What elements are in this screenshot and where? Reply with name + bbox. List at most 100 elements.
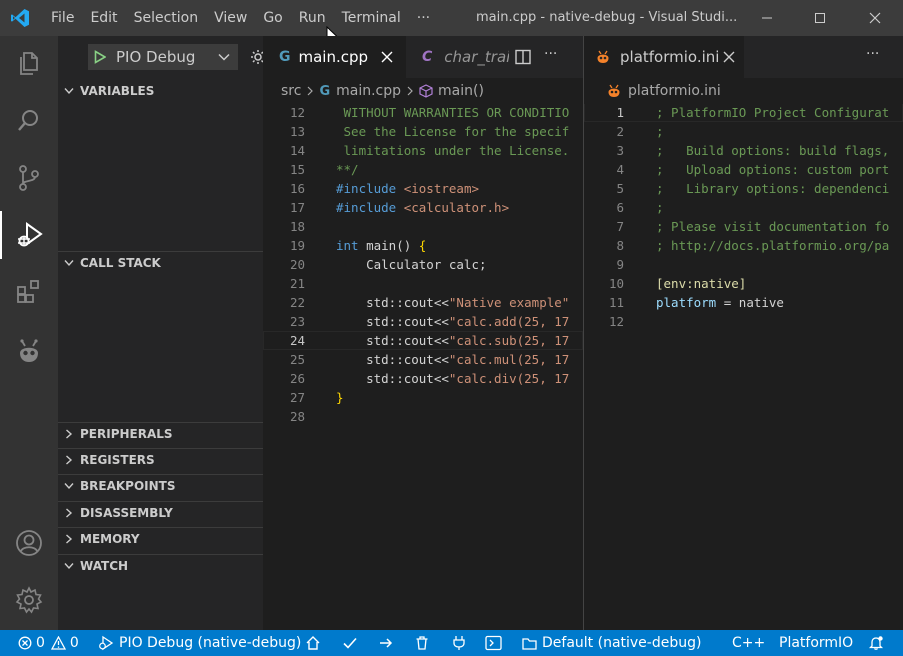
breadcrumb-file[interactable]: platformio.ini <box>628 83 721 99</box>
manage-gear-icon[interactable] <box>0 576 58 624</box>
pio-build-button[interactable] <box>342 630 358 656</box>
code-line[interactable]: 23 std::cout<<"calc.add(25, 17 <box>263 312 583 331</box>
code-line[interactable]: 13 See the License for the specif <box>263 122 583 141</box>
search-icon[interactable] <box>0 97 58 145</box>
tab-char-traits[interactable]: C char_trai <box>406 36 509 78</box>
section-peripherals[interactable]: PERIPHERALS <box>58 422 263 444</box>
chevron-down-icon <box>218 53 230 61</box>
section-breakpoints[interactable]: BREAKPOINTS <box>58 474 263 496</box>
breadcrumb-symbol[interactable]: main() <box>438 83 484 99</box>
code-line[interactable]: 14 limitations under the License. <box>263 141 583 160</box>
menu-item-view[interactable]: View <box>206 0 255 36</box>
code-line[interactable]: 5 ; Library options: dependenci <box>584 179 903 198</box>
code-token: <calculator.h> <box>403 200 510 215</box>
menu-item-file[interactable]: File <box>43 0 82 36</box>
code-token: std::cout<< <box>336 371 449 386</box>
code-token: "calc.mul(25, 17 <box>448 352 570 367</box>
code-token: "Native example" <box>448 295 570 310</box>
menu-item-edit[interactable]: Edit <box>82 0 125 36</box>
code-line[interactable]: 26 std::cout<<"calc.div(25, 17 <box>263 369 583 388</box>
tab-main-cpp[interactable]: G main.cpp <box>263 36 406 78</box>
code-line[interactable]: 22 std::cout<<"Native example" <box>263 293 583 312</box>
pio-upload-button[interactable] <box>378 630 394 656</box>
code-line[interactable]: 3 ; Build options: build flags, <box>584 141 903 160</box>
menu-item-selection[interactable]: Selection <box>126 0 207 36</box>
code-line[interactable]: 4 ; Upload options: custom port <box>584 160 903 179</box>
split-editor-icon[interactable] <box>515 49 531 65</box>
platformio-icon[interactable] <box>0 327 58 375</box>
section-call-stack[interactable]: CALL STACK <box>58 251 263 273</box>
line-number: 23 <box>289 314 305 329</box>
code-line[interactable]: 21 <box>263 274 583 293</box>
explorer-icon[interactable] <box>0 40 58 88</box>
menu-item-terminal[interactable]: Terminal <box>334 0 409 36</box>
cpp-file-icon: G <box>319 83 331 99</box>
code-line[interactable]: 1 ; PlatformIO Project Configurat <box>584 104 903 122</box>
pio-clean-button[interactable] <box>414 630 430 656</box>
section-disassembly[interactable]: DISASSEMBLY <box>58 501 263 523</box>
tab-platformio-ini[interactable]: platformio.ini <box>584 36 744 78</box>
section-registers[interactable]: REGISTERS <box>58 448 263 470</box>
section-memory[interactable]: MEMORY <box>58 527 263 549</box>
pio-serial-monitor-button[interactable] <box>451 630 467 656</box>
breadcrumb-folder[interactable]: src <box>281 83 301 99</box>
code-token: **/ <box>336 162 359 177</box>
code-token: ; <box>656 200 664 215</box>
more-actions-icon[interactable]: ··· <box>544 46 557 62</box>
pio-environment-switcher[interactable]: Default (native-debug) <box>522 630 701 656</box>
code-line[interactable]: 16 #include <iostream> <box>263 179 583 198</box>
code-editor-platformio-ini[interactable]: 1 ; PlatformIO Project Configurat 2; 3 ; Bui… <box>584 104 903 630</box>
pio-terminal-button[interactable] <box>485 630 502 656</box>
code-line[interactable]: 11 platform = native <box>584 293 903 312</box>
code-line[interactable]: 15 **/ <box>263 160 583 179</box>
debug-config-select[interactable]: PIO Debug <box>88 44 238 70</box>
section-variables[interactable]: VARIABLES <box>58 80 263 102</box>
code-line[interactable]: 24 std::cout<<"calc.sub(25, 17 <box>263 331 583 350</box>
code-token: = native <box>716 295 784 310</box>
code-line[interactable]: 6; <box>584 198 903 217</box>
code-line[interactable]: 8 ; http://docs.platformio.org/pa <box>584 236 903 255</box>
line-number: 9 <box>616 257 624 272</box>
code-line[interactable]: 20 Calculator calc; <box>263 255 583 274</box>
accounts-icon[interactable] <box>0 519 58 567</box>
notifications-bell-icon[interactable] <box>868 630 884 656</box>
code-line[interactable]: 12 WITHOUT WARRANTIES OR CONDITIO <box>263 104 583 122</box>
platformio-status[interactable]: PlatformIO <box>779 630 853 656</box>
code-line[interactable]: 28 <box>263 407 583 426</box>
pio-home-button[interactable] <box>305 630 321 656</box>
close-icon[interactable] <box>723 51 735 63</box>
menu-item-more[interactable]: ··· <box>409 0 438 36</box>
maximize-button[interactable] <box>797 0 843 36</box>
code-line[interactable]: 9 <box>584 255 903 274</box>
vscode-logo-icon[interactable] <box>0 0 40 36</box>
debug-session-status[interactable]: PIO Debug (native-debug) <box>98 630 301 656</box>
warning-count: 0 <box>69 635 79 651</box>
activity-bar <box>0 36 58 630</box>
section-watch[interactable]: WATCH <box>58 554 263 576</box>
code-line[interactable]: 25 std::cout<<"calc.mul(25, 17 <box>263 350 583 369</box>
code-line[interactable]: 7 ; Please visit documentation fo <box>584 217 903 236</box>
close-icon[interactable] <box>381 51 393 63</box>
code-line[interactable]: 27} <box>263 388 583 407</box>
source-control-icon[interactable] <box>0 154 58 202</box>
language-mode[interactable]: C++ <box>732 630 765 656</box>
code-line[interactable]: 2; <box>584 122 903 141</box>
more-actions-icon[interactable]: ··· <box>866 46 879 62</box>
code-line[interactable]: 10 [env:native] <box>584 274 903 293</box>
code-line[interactable]: 19 int main() { <box>263 236 583 255</box>
code-line[interactable]: 17 #include <calculator.h> <box>263 198 583 217</box>
code-line[interactable]: 18 <box>263 217 583 236</box>
problems-status[interactable]: 0 0 <box>18 630 79 656</box>
close-window-button[interactable] <box>852 0 898 36</box>
extensions-icon[interactable] <box>0 268 58 316</box>
code-text: [env:native] <box>656 274 746 293</box>
line-number: 11 <box>608 295 624 310</box>
code-line[interactable]: 12 <box>584 312 903 331</box>
code-editor-main-cpp[interactable]: 12 WITHOUT WARRANTIES OR CONDITIO 13 See … <box>263 104 583 630</box>
breadcrumb-file[interactable]: main.cpp <box>336 83 401 99</box>
start-debug-icon[interactable] <box>94 50 106 64</box>
run-debug-icon[interactable] <box>0 211 58 259</box>
debug-settings-gear-icon[interactable] <box>250 49 264 65</box>
menu-item-go[interactable]: Go <box>255 0 290 36</box>
minimize-button[interactable] <box>744 0 790 36</box>
